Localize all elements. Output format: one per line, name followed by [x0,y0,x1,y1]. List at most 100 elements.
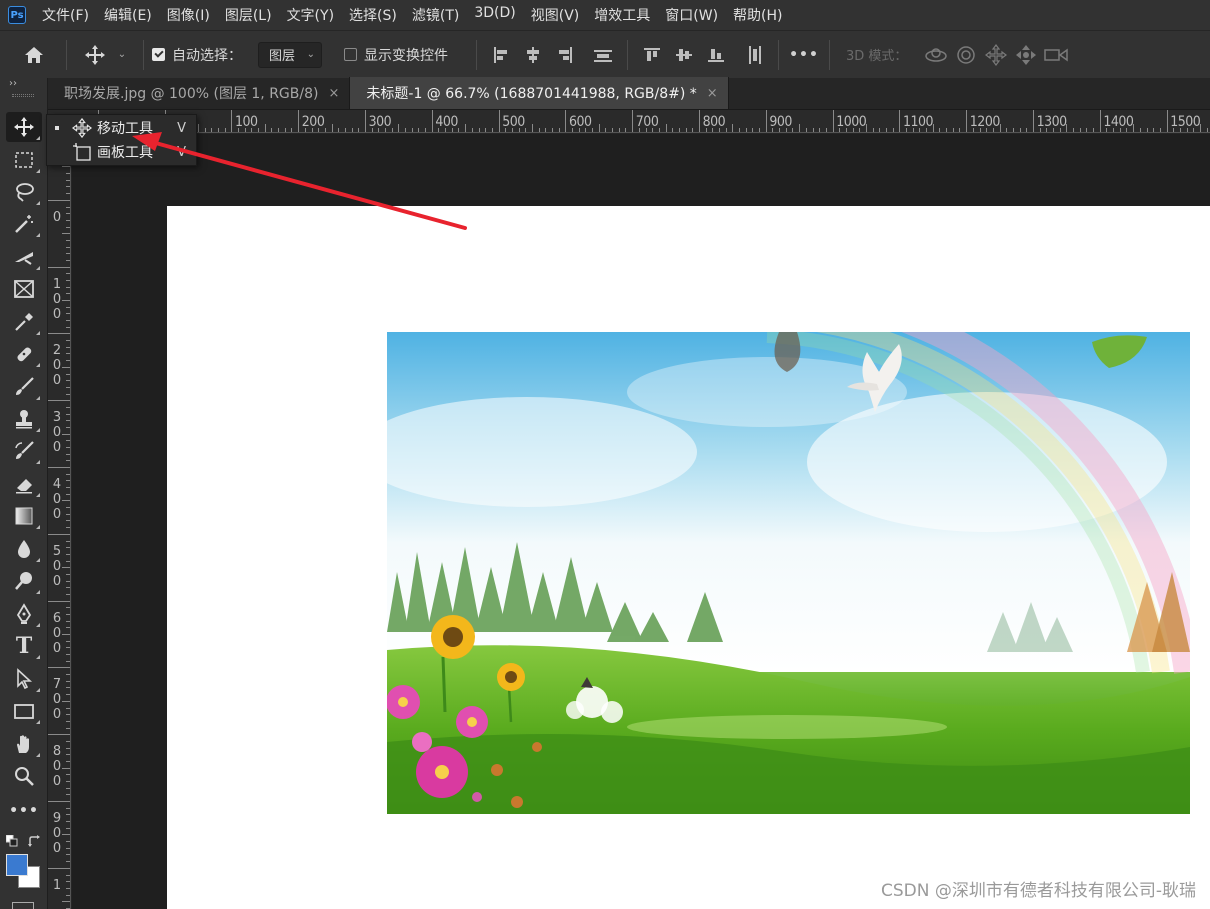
tool-type[interactable]: T [6,631,42,661]
tool-gradient[interactable] [6,501,42,531]
ruler-tick [1019,128,1021,132]
home-button[interactable] [16,37,52,73]
align-horizontal-centers-button[interactable] [519,40,547,70]
menu-layer[interactable]: 图层(L) [225,5,272,25]
document-canvas[interactable] [167,206,1210,909]
align-right-edges-button[interactable] [551,40,579,70]
ruler-tick [872,128,874,132]
align-top-edges-button[interactable] [638,40,666,70]
tool-eraser[interactable] [6,469,42,499]
more-options-button[interactable]: ••• [787,40,821,70]
align-vertical-centers-button[interactable] [670,40,698,70]
ruler-tick [251,128,253,132]
collapse-panel-button[interactable]: ›› [9,78,17,89]
swap-colors-icon[interactable] [28,835,42,849]
roll-3d-button[interactable] [951,40,981,70]
ruler-tick [946,128,948,132]
tab-document-1[interactable]: 职场发展.jpg @ 100% (图层 1, RGB/8) × [48,77,351,109]
menu-edit[interactable]: 编辑(E) [104,5,152,25]
vertical-ruler[interactable]: 001002003004005006007008009001 [48,133,71,909]
tool-blur[interactable] [6,534,42,564]
tool-dodge[interactable] [6,566,42,596]
pan-3d-button[interactable] [981,40,1011,70]
menu-3d[interactable]: 3D(D) [474,5,515,25]
tool-crop[interactable] [6,242,42,272]
menu-image[interactable]: 图像(I) [167,5,210,25]
ruler-tick [62,767,70,769]
tool-zoom[interactable] [6,761,42,791]
distribute-button[interactable] [589,40,617,70]
menu-select[interactable]: 选择(S) [349,5,397,25]
ruler-tick [1026,128,1028,132]
ruler-tick [62,366,70,368]
ruler-tick [759,128,760,132]
ruler-tick [66,487,70,488]
tool-frame[interactable] [6,274,42,304]
ruler-tick [224,128,226,132]
panel-grip[interactable] [12,94,34,97]
tool-eyedropper[interactable] [6,307,42,337]
flyout-item-artboard-tool[interactable]: 画板工具 V [47,140,198,164]
ruler-label-digit: 4 [52,477,62,492]
tool-rectangle[interactable] [6,696,42,726]
ruler-tick [66,447,70,448]
tool-lasso[interactable] [6,177,42,207]
ruler-label: 1300 [1036,114,1068,130]
flyout-item-shortcut: V [177,144,186,160]
canvas-workspace[interactable] [72,134,1210,909]
ruler-label-digit: 0 [52,358,62,374]
menu-window[interactable]: 窗口(W) [665,5,718,25]
tools-panel: ›› T ••• [0,78,48,909]
menu-help[interactable]: 帮助(H) [733,5,782,25]
tool-move[interactable] [6,112,42,142]
menu-file[interactable]: 文件(F) [42,5,89,25]
align-left-edges-button[interactable] [487,40,515,70]
ruler-tick [62,166,70,168]
auto-select-checkbox[interactable] [152,48,165,61]
scale-3d-button[interactable] [1041,40,1071,70]
photoshop-logo-icon: Ps [8,6,26,24]
menu-view[interactable]: 视图(V) [531,5,580,25]
distribute-vertical-button[interactable] [740,40,768,70]
tool-group-indicator [36,623,40,627]
tab-document-2[interactable]: 未标题-1 @ 66.7% (1688701441988, RGB/8#) * … [350,77,729,109]
menu-plugins[interactable]: 增效工具 [594,5,650,25]
quick-mask-icon[interactable] [12,902,34,909]
orbit-3d-button[interactable] [921,40,951,70]
marquee-icon [15,152,33,168]
tool-healing-brush[interactable] [6,339,42,369]
align-bottom-edges-button[interactable] [702,40,730,70]
align-vcenter-icon [676,48,692,61]
default-colors-icon[interactable] [6,835,18,847]
flyout-item-move-tool[interactable]: 移动工具 V [47,116,198,140]
tool-path-selection[interactable] [6,664,42,694]
ruler-tick [1046,128,1048,132]
close-icon[interactable]: × [328,86,339,101]
ruler-tick [638,128,640,132]
pan-3d-icon [985,43,1008,66]
foreground-color-swatch[interactable] [6,854,28,876]
tool-preset-picker[interactable] [75,37,115,73]
menu-type[interactable]: 文字(Y) [287,5,334,25]
slide-3d-button[interactable] [1011,40,1041,70]
ruler-tick [364,110,366,132]
edit-toolbar-button[interactable]: ••• [6,796,42,826]
chevron-down-icon[interactable]: ⌄ [115,37,129,73]
eyedropper-icon [15,313,33,331]
close-icon[interactable]: × [707,86,718,101]
tool-hand[interactable] [6,729,42,759]
menu-filter[interactable]: 滤镜(T) [412,5,459,25]
tool-brush[interactable] [6,372,42,402]
show-transform-checkbox[interactable] [344,48,357,61]
tool-magic-wand[interactable] [6,209,42,239]
ruler-tick [66,306,70,308]
ruler-label-digit: 0 [52,507,62,522]
tool-history-brush[interactable] [6,436,42,466]
tool-clone-stamp[interactable] [6,404,42,434]
placed-image-layer[interactable] [387,332,1190,814]
tool-pen[interactable] [6,599,42,629]
tool-rectangular-marquee[interactable] [6,145,42,175]
horizontal-ruler[interactable]: 100 200 300 400 500 600 700 800 900 1000 1100 1200 1… [71,110,1210,133]
auto-select-target-dropdown[interactable]: 图层 ⌄ [258,41,322,68]
ruler-tick [66,406,70,408]
